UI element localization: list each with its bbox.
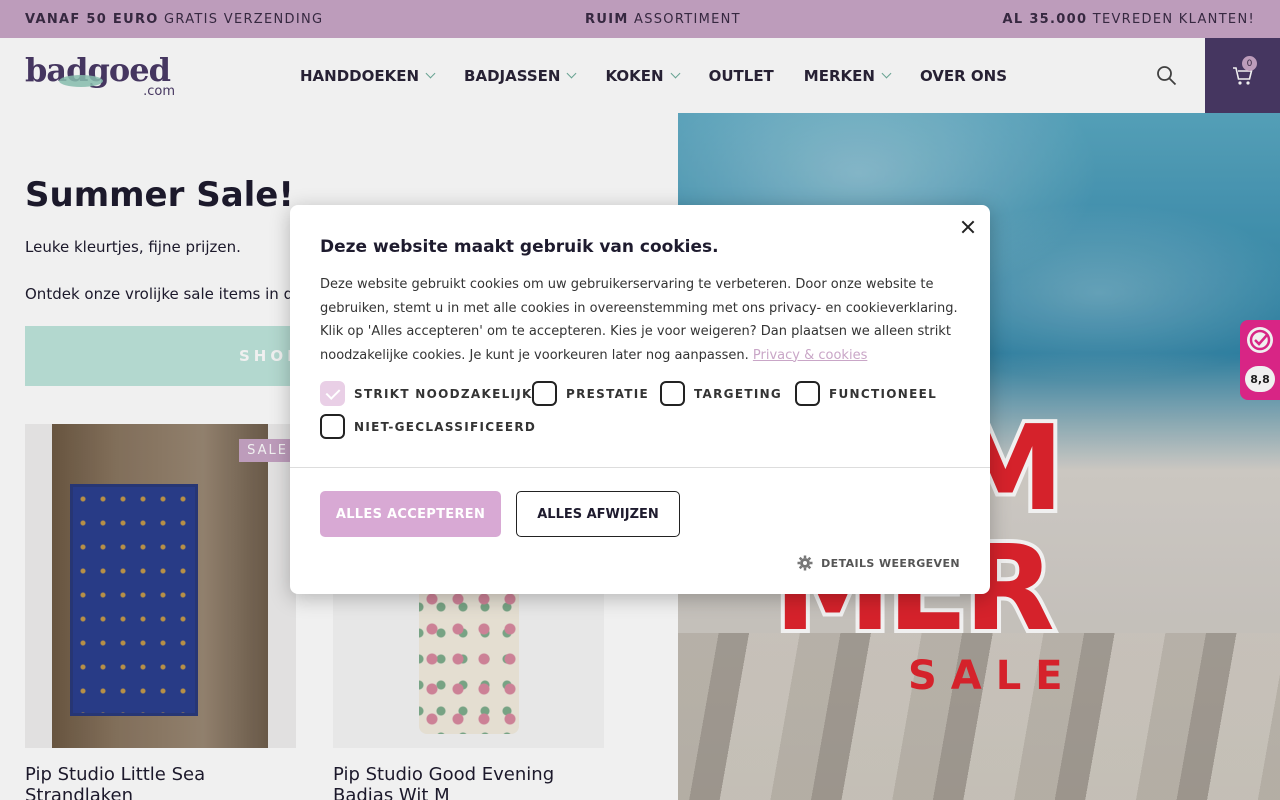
accept-all-button[interactable]: ALLES ACCEPTEREN — [320, 491, 501, 537]
checkbox-box[interactable] — [660, 381, 685, 406]
modal-divider — [290, 467, 990, 468]
checkbox-strikt-noodzakelijk[interactable]: STRIKT NOODZAKELIJK — [320, 381, 533, 406]
privacy-link[interactable]: Privacy & cookies — [753, 348, 867, 363]
modal-backdrop-top — [0, 0, 1280, 113]
details-label: DETAILS WEERGEVEN — [821, 556, 960, 570]
checkbox-targeting[interactable]: TARGETING — [660, 381, 782, 406]
checkbox-functioneel[interactable]: FUNCTIONEEL — [795, 381, 937, 406]
cookie-modal: Deze website maakt gebruik van cookies. … — [290, 205, 990, 594]
details-toggle[interactable]: DETAILS WEERGEVEN — [797, 555, 960, 571]
checkbox-box[interactable] — [795, 381, 820, 406]
checkbox-box[interactable] — [320, 381, 345, 406]
close-icon[interactable] — [960, 219, 976, 235]
gear-icon — [797, 555, 813, 571]
checkbox-box[interactable] — [532, 381, 557, 406]
checkbox-niet-geclassificeerd[interactable]: NIET-GECLASSIFICEERD — [320, 414, 536, 439]
checkbox-box[interactable] — [320, 414, 345, 439]
cookie-modal-body: Deze website gebruikt cookies om uw gebr… — [320, 277, 958, 363]
cookie-modal-title: Deze website maakt gebruik van cookies. — [320, 237, 719, 257]
reject-all-button[interactable]: ALLES AFWIJZEN — [516, 491, 680, 537]
checkbox-prestatie[interactable]: PRESTATIE — [532, 381, 649, 406]
